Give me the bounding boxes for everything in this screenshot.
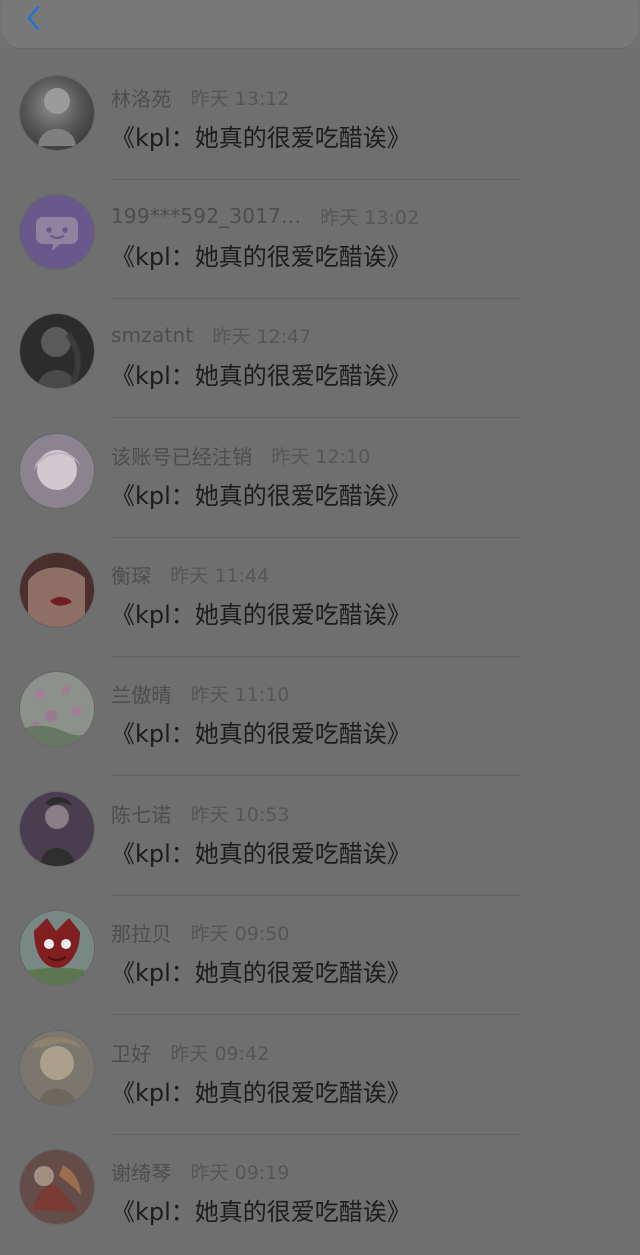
user-name: 那拉贝 — [111, 921, 172, 946]
list-item[interactable]: 该账号已经注销 昨天 12:10 《kpl：她真的很爱吃醋诶》 — [0, 419, 640, 538]
name-line: 陈七诺 昨天 10:53 — [111, 799, 289, 827]
timestamp: 昨天 11:44 — [170, 564, 270, 587]
header-card — [2, 0, 638, 48]
message-preview: 《kpl：她真的很爱吃醋诶》 — [111, 482, 411, 510]
list-item[interactable]: 兰傲晴 昨天 11:10 《kpl：她真的很爱吃醋诶》 — [0, 657, 640, 776]
user-name: smzatnt — [111, 323, 194, 347]
name-line: 那拉贝 昨天 09:50 — [111, 918, 289, 946]
list-item[interactable]: 谢绮琴 昨天 09:19 《kpl：她真的很爱吃醋诶》 — [0, 1135, 640, 1254]
list-item[interactable]: 卫好 昨天 09:42 《kpl：她真的很爱吃醋诶》 — [0, 1016, 640, 1135]
user-name: 林洛苑 — [111, 86, 172, 111]
back-button[interactable] — [20, 4, 48, 32]
timestamp: 昨天 09:50 — [190, 922, 290, 945]
timestamp: 昨天 10:53 — [190, 803, 290, 826]
timestamp: 昨天 12:10 — [271, 445, 371, 468]
message-preview: 《kpl：她真的很爱吃醋诶》 — [111, 1079, 411, 1107]
avatar — [20, 1150, 94, 1224]
name-line: smzatnt 昨天 12:47 — [111, 321, 311, 349]
timestamp: 昨天 09:19 — [190, 1161, 290, 1184]
top-bar — [0, 0, 640, 48]
name-line: 衡琛 昨天 11:44 — [111, 560, 269, 588]
list-item[interactable]: 那拉贝 昨天 09:50 《kpl：她真的很爱吃醋诶》 — [0, 896, 640, 1015]
timestamp: 昨天 11:10 — [190, 683, 290, 706]
message-preview: 《kpl：她真的很爱吃醋诶》 — [111, 959, 411, 987]
avatar — [20, 1031, 94, 1105]
user-name: 卫好 — [111, 1041, 152, 1066]
timestamp: 昨天 13:12 — [190, 87, 290, 110]
name-line: 林洛苑 昨天 13:12 — [111, 83, 289, 111]
list-item[interactable]: 陈七诺 昨天 10:53 《kpl：她真的很爱吃醋诶》 — [0, 777, 640, 896]
avatar — [20, 672, 94, 746]
name-line: 199***592_3017… 昨天 13:02 — [111, 202, 419, 230]
message-preview: 《kpl：她真的很爱吃醋诶》 — [111, 243, 411, 271]
list-item[interactable]: smzatnt 昨天 12:47 《kpl：她真的很爱吃醋诶》 — [0, 299, 640, 418]
avatar — [20, 911, 94, 985]
row-divider — [111, 417, 520, 418]
user-name: 衡琛 — [111, 563, 152, 588]
list-item[interactable]: 林洛苑 昨天 13:12 《kpl：她真的很爱吃醋诶》 — [0, 61, 640, 180]
user-name: 谢绮琴 — [111, 1160, 172, 1185]
message-preview: 《kpl：她真的很爱吃醋诶》 — [111, 362, 411, 390]
timestamp: 昨天 12:47 — [212, 325, 312, 348]
timestamp: 昨天 09:42 — [170, 1042, 270, 1065]
avatar — [20, 553, 94, 627]
message-preview: 《kpl：她真的很爱吃醋诶》 — [111, 840, 411, 868]
list-item[interactable]: 199***592_3017… 昨天 13:02 《kpl：她真的很爱吃醋诶》 — [0, 180, 640, 299]
user-name: 陈七诺 — [111, 802, 172, 827]
timestamp: 昨天 13:02 — [320, 206, 420, 229]
list-item[interactable]: 衡琛 昨天 11:44 《kpl：她真的很爱吃醋诶》 — [0, 538, 640, 657]
avatar — [20, 76, 94, 150]
user-name: 199***592_3017… — [111, 204, 302, 228]
message-preview: 《kpl：她真的很爱吃醋诶》 — [111, 601, 411, 629]
avatar — [20, 195, 94, 269]
back-chevron-icon — [27, 5, 40, 31]
avatar — [20, 434, 94, 508]
avatar — [20, 314, 94, 388]
avatar — [20, 792, 94, 866]
message-preview: 《kpl：她真的很爱吃醋诶》 — [111, 1198, 411, 1226]
row-divider — [111, 775, 520, 776]
name-line: 谢绮琴 昨天 09:19 — [111, 1157, 289, 1185]
user-name: 兰傲晴 — [111, 682, 172, 707]
row-divider — [111, 1014, 520, 1015]
name-line: 该账号已经注销 昨天 12:10 — [111, 441, 370, 469]
name-line: 兰傲晴 昨天 11:10 — [111, 679, 289, 707]
name-line: 卫好 昨天 09:42 — [111, 1038, 269, 1066]
message-preview: 《kpl：她真的很爱吃醋诶》 — [111, 720, 411, 748]
user-name: 该账号已经注销 — [111, 444, 253, 469]
message-preview: 《kpl：她真的很爱吃醋诶》 — [111, 124, 411, 152]
